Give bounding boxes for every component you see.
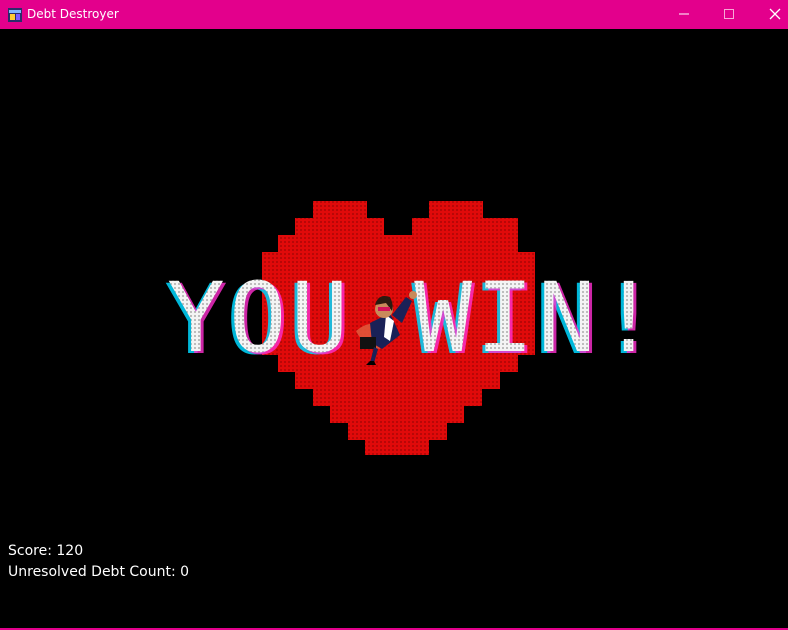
game-window: Debt Destroyer YOU WIN! YOU WIN! YOU WIN… xyxy=(0,0,788,630)
title-bar[interactable]: Debt Destroyer xyxy=(0,0,788,29)
flying-hero-character xyxy=(346,265,426,369)
minimize-button[interactable] xyxy=(661,0,707,29)
maximize-button[interactable] xyxy=(706,0,752,29)
score-display: Score: 120 xyxy=(8,543,84,559)
minimize-icon xyxy=(678,5,690,24)
debt-count-display: Unresolved Debt Count: 0 xyxy=(8,564,190,580)
window-title: Debt Destroyer xyxy=(27,7,119,21)
close-button[interactable] xyxy=(752,0,788,29)
close-icon xyxy=(769,5,781,24)
game-canvas[interactable]: YOU WIN! YOU WIN! YOU WIN! Score: 120 Un… xyxy=(0,29,788,628)
maximize-icon xyxy=(723,5,735,24)
game-app-icon xyxy=(8,7,22,22)
